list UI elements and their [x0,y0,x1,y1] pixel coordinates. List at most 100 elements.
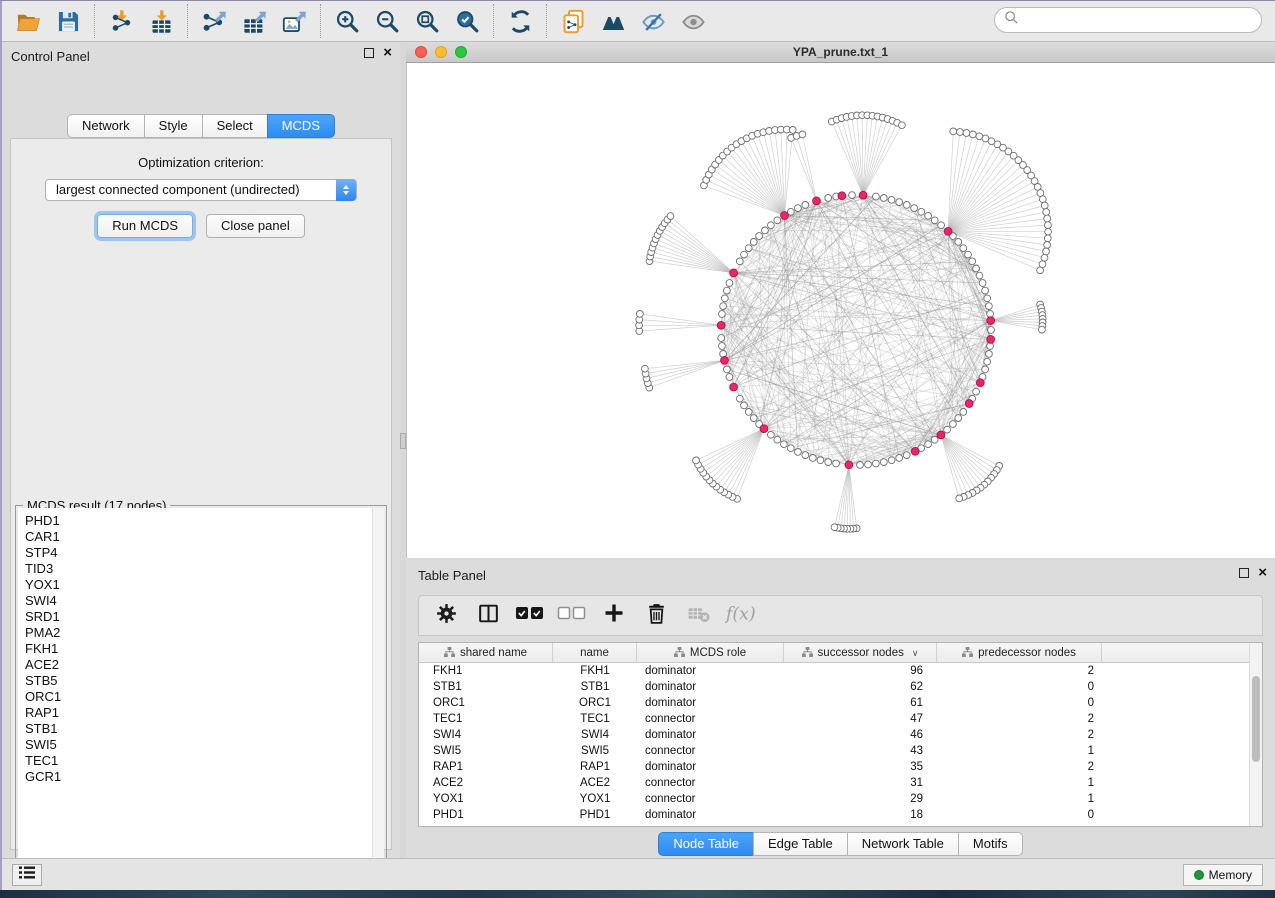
mcds-result-item[interactable]: PHD1 [25,513,384,529]
table-cell: 1 [937,775,1102,791]
tab-edge-table[interactable]: Edge Table [753,832,847,856]
table-cell: 2 [937,759,1102,775]
deselect-all-rows-button[interactable] [553,600,591,632]
table-cell: 0 [937,807,1102,823]
mcds-result-item[interactable]: FKH1 [25,641,384,657]
tab-network[interactable]: Network [67,114,144,138]
export-network-icon [201,8,228,35]
clone-network-button[interactable] [553,4,593,38]
mcds-result-item[interactable]: CAR1 [25,529,384,545]
tab-motifs[interactable]: Motifs [958,832,1023,856]
run-mcds-button[interactable]: Run MCDS [97,214,193,238]
mcds-result-item[interactable]: YOX1 [25,577,384,593]
open-file-button[interactable] [8,4,48,38]
close-panel-icon[interactable]: × [383,48,392,58]
float-table-panel-icon[interactable] [1239,568,1249,578]
table-scrollbar-thumb[interactable] [1252,676,1260,762]
table-row[interactable]: ORC1ORC1dominator610 [419,695,1262,711]
memory-button[interactable]: Memory [1183,864,1263,886]
export-table-button[interactable] [234,4,274,38]
table-cell: 47 [784,711,937,727]
table-cell: 31 [784,775,937,791]
table-cell: 1 [937,791,1102,807]
mcds-result-item[interactable]: SWI5 [25,737,384,753]
zoom-fit-button[interactable] [407,4,447,38]
add-row-button[interactable] [595,600,633,632]
minimize-window-icon[interactable] [435,46,447,58]
table-row[interactable]: ACE2ACE2connector311 [419,775,1262,791]
table-row[interactable]: RAP1RAP1dominator352 [419,759,1262,775]
table-cell: SWI4 [553,727,637,743]
import-network-button[interactable] [101,4,141,38]
table-row[interactable]: PHD1PHD1dominator180 [419,807,1262,823]
table-scrollbar[interactable] [1249,643,1262,827]
mcds-result-item[interactable]: SRD1 [25,609,384,625]
table-cell: ORC1 [419,695,553,711]
show-all-button[interactable] [673,4,713,38]
mcds-result-item[interactable]: ACE2 [25,657,384,673]
export-network-button[interactable] [194,4,234,38]
tab-network-table[interactable]: Network Table [847,832,958,856]
criterion-dropdown[interactable]: largest connected component (undirected) [45,179,357,201]
task-history-button[interactable] [12,864,42,886]
maximize-window-icon[interactable] [455,46,467,58]
table-row[interactable]: SWI4SWI4dominator462 [419,727,1262,743]
refresh-button[interactable] [500,4,540,38]
hide-selected-button[interactable] [633,4,673,38]
search-input[interactable] [1024,10,1261,30]
cytoscape-app: Control Panel × NetworkStyleSelectMCDS O… [0,0,1275,898]
mcds-result-item[interactable]: TID3 [25,561,384,577]
mcds-result-item[interactable]: GCR1 [25,769,384,785]
mcds-result-item[interactable]: PMA2 [25,625,384,641]
import-network-icon [108,8,135,35]
column-chooser-button[interactable] [469,600,507,632]
control-panel-title: Control Panel [11,49,90,64]
mcds-result-item[interactable]: RAP1 [25,705,384,721]
tab-node-table[interactable]: Node Table [658,832,753,856]
mcds-result-item[interactable]: TEC1 [25,753,384,769]
tab-select[interactable]: Select [202,114,267,138]
mcds-result-item[interactable]: SWI4 [25,593,384,609]
zoom-in-button[interactable] [327,4,367,38]
save-session-button[interactable] [48,4,88,38]
first-neighbors-button[interactable] [593,4,633,38]
float-panel-icon[interactable] [364,48,374,58]
table-cell: 35 [784,759,937,775]
search-box[interactable] [994,7,1262,33]
delete-row-button[interactable] [637,600,675,632]
table-cell: 2 [937,711,1102,727]
mcds-result-item[interactable]: STB5 [25,673,384,689]
zoom-out-button[interactable] [367,4,407,38]
table-row[interactable]: SWI5SWI5connector431 [419,743,1262,759]
column-header-name[interactable]: name [553,643,637,663]
table-row[interactable]: YOX1YOX1connector291 [419,791,1262,807]
close-table-panel-icon[interactable]: × [1258,568,1267,578]
tab-style[interactable]: Style [144,114,202,138]
column-header-shared-name[interactable]: shared name [419,643,553,663]
select-all-rows-button[interactable] [511,600,549,632]
mcds-panel: Optimization criterion: largest connecte… [10,138,392,850]
export-image-button[interactable] [274,4,314,38]
column-header-predecessor-nodes[interactable]: predecessor nodes [937,643,1102,663]
close-window-icon[interactable] [415,46,427,58]
network-canvas[interactable] [406,63,1275,558]
mcds-result-item[interactable]: ORC1 [25,689,384,705]
table-cell: ACE2 [553,775,637,791]
network-titlebar[interactable]: YPA_prune.txt_1 [406,42,1275,63]
zoom-selected-button[interactable] [447,4,487,38]
table-row[interactable]: STB1STB1dominator620 [419,679,1262,695]
table-settings-button[interactable] [427,600,465,632]
close-panel-button[interactable]: Close panel [206,214,305,238]
mcds-result-item[interactable]: STP4 [25,545,384,561]
mcds-result-item[interactable]: STB1 [25,721,384,737]
column-header-successor-nodes[interactable]: successor nodes∨ [784,643,937,663]
table-cell: RAP1 [419,759,553,775]
import-table-button[interactable] [141,4,181,38]
table-row[interactable]: FKH1FKH1dominator962 [419,663,1262,679]
column-header-MCDS-role[interactable]: MCDS role [637,643,784,663]
table-cell: 1 [937,743,1102,759]
table-row[interactable]: TEC1TEC1connector472 [419,711,1262,727]
tab-mcds[interactable]: MCDS [267,114,335,138]
mcds-result-list[interactable]: PHD1CAR1STP4TID3YOX1SWI4SRD1PMA2FKH1ACE2… [18,508,384,872]
mcds-list-scrollbar[interactable] [372,508,384,872]
